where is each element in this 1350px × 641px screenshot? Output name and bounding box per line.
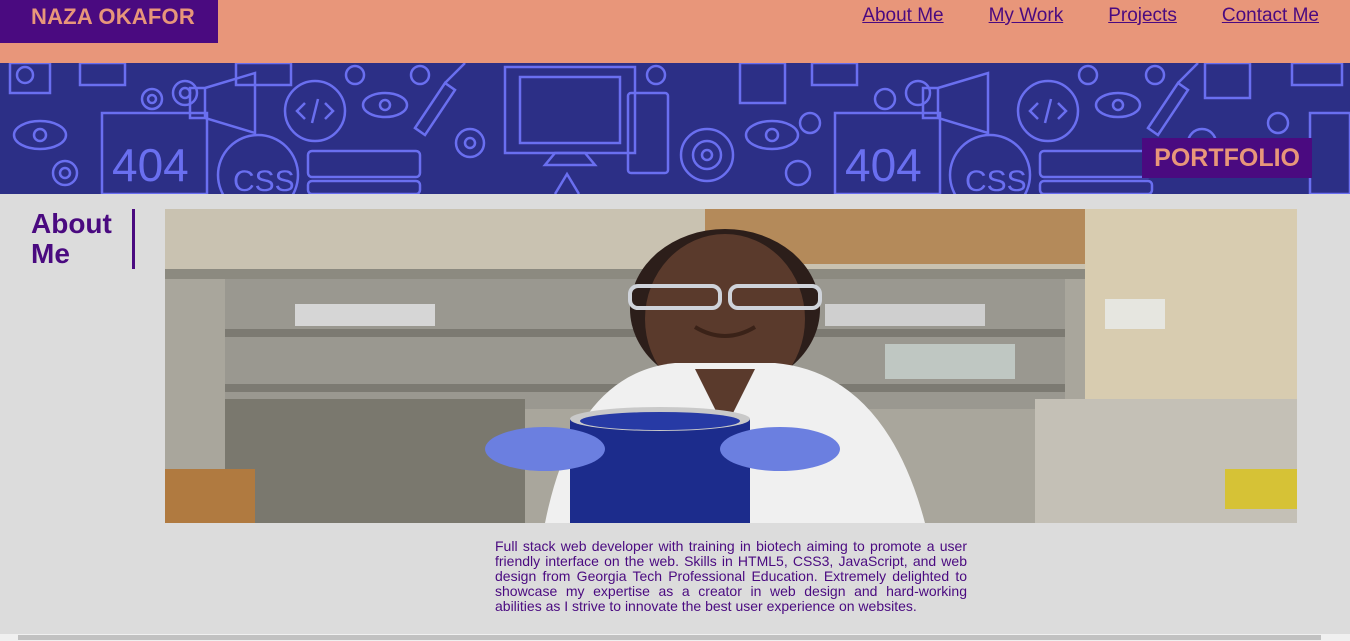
site-logo[interactable]: NAZA OKAFOR [0,0,218,43]
profile-photo [165,209,1297,523]
pattern-text-404-a: 404 [112,139,189,191]
main-nav: About Me My Work Projects Contact Me [862,5,1319,27]
nav-about-me[interactable]: About Me [862,5,943,27]
about-heading-line2: Me [31,238,70,269]
pattern-text-404-b: 404 [845,139,922,191]
site-header: NAZA OKAFOR About Me My Work Projects Co… [0,0,1350,63]
about-description: Full stack web developer with training i… [495,538,967,614]
hero-banner: 404 CSS 404 CSS PORTFOLIO [0,63,1350,194]
lab-portrait-illustration [165,209,1297,523]
nav-projects[interactable]: Projects [1108,5,1177,27]
nav-my-work[interactable]: My Work [989,5,1064,27]
pattern-text-css-b: CSS [965,165,1027,194]
about-heading-line1: About [31,208,112,239]
portfolio-badge: PORTFOLIO [1142,138,1312,178]
horizontal-scrollbar[interactable] [0,634,1350,641]
nav-contact-me[interactable]: Contact Me [1222,5,1319,27]
pattern-text-css-a: CSS [233,165,295,194]
scrollbar-thumb[interactable] [18,635,1321,640]
about-me-heading: About Me [31,209,135,269]
